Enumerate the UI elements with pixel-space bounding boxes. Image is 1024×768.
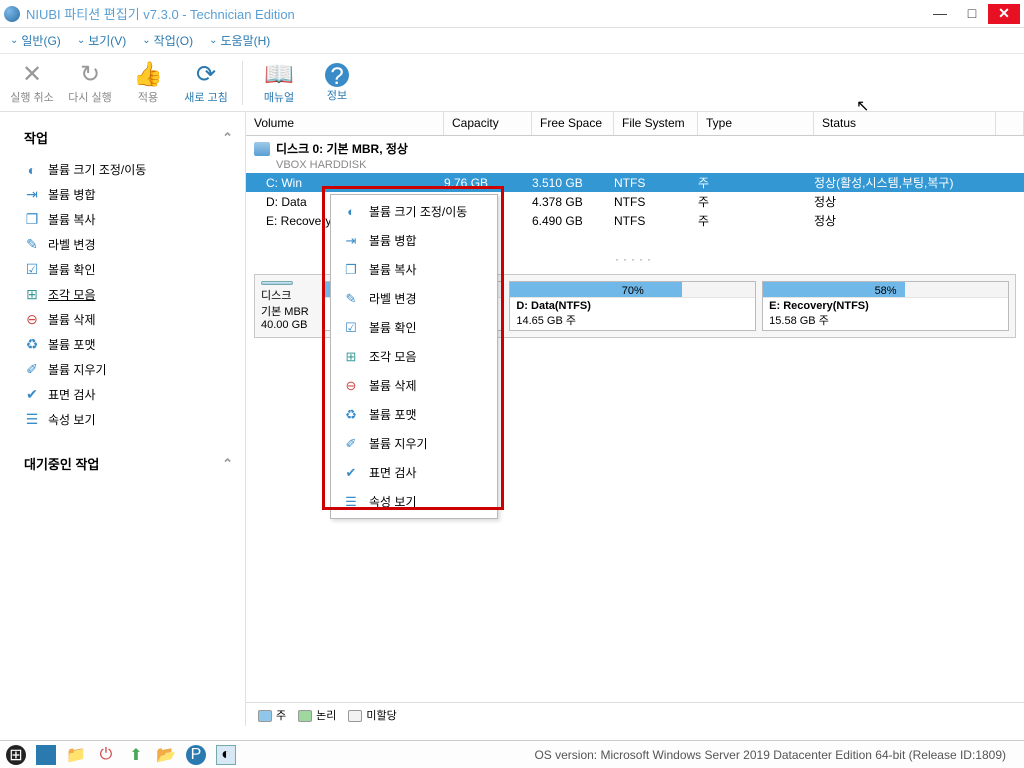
toolbar: ✕실행 취소 ↻다시 실행 👍적용 ⟳새로 고침 📖매뉴얼 ?정보 (0, 54, 1024, 112)
legend-logical-swatch (298, 710, 312, 722)
os-version-label: OS version: Microsoft Windows Server 201… (246, 748, 1018, 762)
menu-actions[interactable]: ⌄작업(O) (142, 32, 193, 49)
sidebar-defrag[interactable]: ⊞조각 모음 (12, 282, 233, 307)
ctx-defrag[interactable]: ⊞조각 모음 (331, 342, 497, 371)
edit-icon: ✎ (24, 237, 40, 253)
pie-icon: ◐ (343, 204, 359, 220)
delete-icon: ⊖ (24, 312, 40, 328)
sidebar-copy[interactable]: ❐볼륨 복사 (12, 207, 233, 232)
wipe-icon: ✐ (343, 436, 359, 452)
ctx-copy[interactable]: ❐볼륨 복사 (331, 255, 497, 284)
disk-model: VBOX HARDDISK (246, 159, 1024, 171)
sidebar-wipe[interactable]: ✐볼륨 지우기 (12, 357, 233, 382)
disk-map-header[interactable]: 디스크 기본 MBR 40.00 GB (261, 281, 318, 331)
close-button[interactable]: ✕ (988, 4, 1020, 24)
surface-icon: ✔ (343, 465, 359, 481)
check-icon: ☑ (24, 262, 40, 278)
chevron-up-icon: ⌃ (222, 130, 233, 146)
legend-primary-swatch (258, 710, 272, 722)
undo-button[interactable]: ✕실행 취소 (10, 61, 54, 105)
legend: 주 논리 미할당 (246, 702, 1024, 726)
list-icon: ☰ (343, 494, 359, 510)
volume-row-c[interactable]: C: Win 9.76 GB 3.510 GB NTFS 주 정상(활성,시스템… (246, 173, 1024, 192)
maximize-button[interactable]: □ (956, 4, 988, 24)
delete-icon: ⊖ (343, 378, 359, 394)
sidebar-check[interactable]: ☑볼륨 확인 (12, 257, 233, 282)
app2-icon[interactable]: 📂 (156, 745, 176, 765)
app3-icon[interactable]: P (186, 745, 206, 765)
volume-table-header: Volume Capacity Free Space File System T… (246, 112, 1024, 136)
wipe-icon: ✐ (24, 362, 40, 378)
chevron-up-icon: ⌃ (222, 456, 233, 472)
ctx-format[interactable]: ♻볼륨 포맷 (331, 400, 497, 429)
sidebar: 작업 ⌃ ◐볼륨 크기 조정/이동 ⇥볼륨 병합 ❐볼륨 복사 ✎라벨 변경 ☑… (0, 112, 246, 726)
info-button[interactable]: ?정보 (315, 63, 359, 103)
sidebar-resize-move[interactable]: ◐볼륨 크기 조정/이동 (12, 157, 233, 182)
app1-icon[interactable]: ⬆ (126, 745, 146, 765)
sidebar-format[interactable]: ♻볼륨 포맷 (12, 332, 233, 357)
ctx-label[interactable]: ✎라벨 변경 (331, 284, 497, 313)
ctx-delete[interactable]: ⊖볼륨 삭제 (331, 371, 497, 400)
check-icon: ☑ (343, 320, 359, 336)
apply-button[interactable]: 👍적용 (126, 61, 170, 105)
toolbar-separator (242, 61, 243, 105)
menu-help[interactable]: ⌄도움말(H) (209, 32, 270, 49)
app-icon (4, 6, 20, 22)
ctx-properties[interactable]: ☰속성 보기 (331, 487, 497, 516)
context-menu: ◐볼륨 크기 조정/이동 ⇥볼륨 병합 ❐볼륨 복사 ✎라벨 변경 ☑볼륨 확인… (330, 194, 498, 519)
sidebar-section-ops[interactable]: 작업 ⌃ (12, 120, 233, 157)
taskbar: ⊞ 📁 ⏻ ⬆ 📂 P ◐ OS version: Microsoft Wind… (0, 740, 1024, 768)
app-title: NIUBI 파티션 편집기 v7.3.0 - Technician Editio… (26, 4, 924, 23)
ctx-check[interactable]: ☑볼륨 확인 (331, 313, 497, 342)
sidebar-section-pending[interactable]: 대기중인 작업 ⌃ (12, 446, 233, 483)
partition-box-d[interactable]: 70% D: Data(NTFS)14.65 GB 주 (509, 281, 756, 331)
list-icon: ☰ (24, 412, 40, 428)
col-status[interactable]: Status (814, 112, 996, 135)
explorer-icon[interactable]: 📁 (66, 745, 86, 765)
start-button[interactable]: ⊞ (6, 745, 26, 765)
merge-icon: ⇥ (24, 187, 40, 203)
manual-button[interactable]: 📖매뉴얼 (257, 61, 301, 105)
disk-icon (254, 142, 270, 156)
surface-icon: ✔ (24, 387, 40, 403)
defrag-icon: ⊞ (343, 349, 359, 365)
partition-box-e[interactable]: 58% E: Recovery(NTFS)15.58 GB 주 (762, 281, 1009, 331)
ctx-resize-move[interactable]: ◐볼륨 크기 조정/이동 (331, 197, 497, 226)
format-icon: ♻ (24, 337, 40, 353)
sidebar-delete[interactable]: ⊖볼륨 삭제 (12, 307, 233, 332)
disk-image-icon (261, 281, 293, 285)
sidebar-label[interactable]: ✎라벨 변경 (12, 232, 233, 257)
menu-general[interactable]: ⌄일반(G) (10, 32, 61, 49)
ctx-merge[interactable]: ⇥볼륨 병합 (331, 226, 497, 255)
redo-button[interactable]: ↻다시 실행 (68, 61, 112, 105)
minimize-button[interactable]: — (924, 4, 956, 24)
col-type[interactable]: Type (698, 112, 814, 135)
col-free[interactable]: Free Space (532, 112, 614, 135)
sidebar-surface[interactable]: ✔표면 검사 (12, 382, 233, 407)
col-fs[interactable]: File System (614, 112, 698, 135)
ctx-wipe[interactable]: ✐볼륨 지우기 (331, 429, 497, 458)
pie-icon: ◐ (24, 162, 40, 178)
copy-icon: ❐ (24, 212, 40, 228)
col-capacity[interactable]: Capacity (444, 112, 532, 135)
merge-icon: ⇥ (343, 233, 359, 249)
titlebar: NIUBI 파티션 편집기 v7.3.0 - Technician Editio… (0, 0, 1024, 28)
sidebar-merge[interactable]: ⇥볼륨 병합 (12, 182, 233, 207)
defrag-icon: ⊞ (24, 287, 40, 303)
format-icon: ♻ (343, 407, 359, 423)
taskview-icon[interactable] (36, 745, 56, 765)
menubar: ⌄일반(G) ⌄보기(V) ⌄작업(O) ⌄도움말(H) (0, 28, 1024, 54)
sidebar-properties[interactable]: ☰속성 보기 (12, 407, 233, 432)
ctx-surface[interactable]: ✔표면 검사 (331, 458, 497, 487)
legend-unalloc-swatch (348, 710, 362, 722)
copy-icon: ❐ (343, 262, 359, 278)
col-volume[interactable]: Volume (246, 112, 444, 135)
refresh-button[interactable]: ⟳새로 고침 (184, 61, 228, 105)
niubi-taskbar-icon[interactable]: ◐ (216, 745, 236, 765)
menu-view[interactable]: ⌄보기(V) (77, 32, 126, 49)
edit-icon: ✎ (343, 291, 359, 307)
col-spacer (996, 112, 1024, 135)
power-icon[interactable]: ⏻ (96, 745, 116, 765)
disk-group-header[interactable]: 디스크 0: 기본 MBR, 정상 (246, 136, 1024, 159)
